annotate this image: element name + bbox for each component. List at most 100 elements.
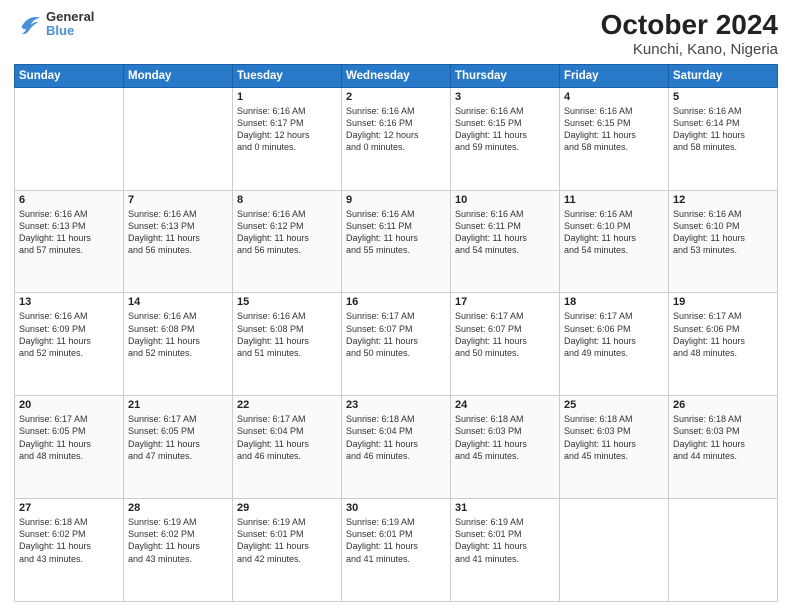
logo-line1: General [46, 10, 94, 24]
page: General Blue October 2024 Kunchi, Kano, … [0, 0, 792, 612]
table-cell: 28 Sunrise: 6:19 AM Sunset: 6:02 PM Dayli… [124, 499, 233, 602]
day-number: 27 [19, 502, 119, 514]
table-cell: 11 Sunrise: 6:16 AM Sunset: 6:10 PM Dayli… [560, 190, 669, 293]
day-number: 20 [19, 399, 119, 411]
day-number: 17 [455, 296, 555, 308]
day-number: 30 [346, 502, 446, 514]
table-cell: 14 Sunrise: 6:16 AM Sunset: 6:08 PM Dayli… [124, 293, 233, 396]
day-content: Sunrise: 6:16 AM Sunset: 6:10 PM Dayligh… [564, 208, 664, 257]
header: General Blue October 2024 Kunchi, Kano, … [14, 10, 778, 58]
table-cell: 6 Sunrise: 6:16 AM Sunset: 6:13 PM Daylig… [15, 190, 124, 293]
table-cell: 12 Sunrise: 6:16 AM Sunset: 6:10 PM Dayli… [669, 190, 778, 293]
table-cell: 26Sunrise: 6:18 AM Sunset: 6:03 PM Dayli… [669, 396, 778, 499]
day-content: Sunrise: 6:16 AM Sunset: 6:08 PM Dayligh… [237, 310, 337, 359]
table-cell: 8Sunrise: 6:16 AM Sunset: 6:12 PM Daylig… [233, 190, 342, 293]
col-thursday: Thursday [451, 64, 560, 87]
calendar-title: October 2024 [601, 10, 778, 41]
day-content: Sunrise: 6:16 AM Sunset: 6:11 PM Dayligh… [346, 208, 446, 257]
day-content: Sunrise: 6:18 AM Sunset: 6:02 PM Dayligh… [19, 516, 119, 565]
week-row-1: 1 Sunrise: 6:16 AM Sunset: 6:17 PM Daylig… [15, 87, 778, 190]
day-number: 24 [455, 399, 555, 411]
day-number: 26 [673, 399, 773, 411]
col-friday: Friday [560, 64, 669, 87]
table-cell: 7 Sunrise: 6:16 AM Sunset: 6:13 PM Daylig… [124, 190, 233, 293]
table-cell: 5Sunrise: 6:16 AM Sunset: 6:14 PM Daylig… [669, 87, 778, 190]
day-content: Sunrise: 6:17 AM Sunset: 6:06 PM Dayligh… [673, 310, 773, 359]
day-content: Sunrise: 6:16 AM Sunset: 6:12 PM Dayligh… [237, 208, 337, 257]
day-number: 3 [455, 91, 555, 103]
table-cell: 30 Sunrise: 6:19 AM Sunset: 6:01 PM Dayli… [342, 499, 451, 602]
title-block: October 2024 Kunchi, Kano, Nigeria [601, 10, 778, 58]
day-number: 7 [128, 194, 228, 206]
week-row-5: 27 Sunrise: 6:18 AM Sunset: 6:02 PM Dayli… [15, 499, 778, 602]
day-number: 6 [19, 194, 119, 206]
day-content: Sunrise: 6:16 AM Sunset: 6:13 PM Dayligh… [128, 208, 228, 257]
day-number: 2 [346, 91, 446, 103]
col-saturday: Saturday [669, 64, 778, 87]
table-cell [124, 87, 233, 190]
day-content: Sunrise: 6:17 AM Sunset: 6:07 PM Dayligh… [346, 310, 446, 359]
day-content: Sunrise: 6:18 AM Sunset: 6:03 PM Dayligh… [564, 413, 664, 462]
table-cell: 27 Sunrise: 6:18 AM Sunset: 6:02 PM Dayli… [15, 499, 124, 602]
week-row-3: 13Sunrise: 6:16 AM Sunset: 6:09 PM Dayli… [15, 293, 778, 396]
day-number: 9 [346, 194, 446, 206]
table-cell: 25 Sunrise: 6:18 AM Sunset: 6:03 PM Dayli… [560, 396, 669, 499]
day-content: Sunrise: 6:16 AM Sunset: 6:10 PM Dayligh… [673, 208, 773, 257]
day-content: Sunrise: 6:16 AM Sunset: 6:08 PM Dayligh… [128, 310, 228, 359]
day-number: 18 [564, 296, 664, 308]
calendar-subtitle: Kunchi, Kano, Nigeria [601, 41, 778, 58]
table-cell: 31 Sunrise: 6:19 AM Sunset: 6:01 PM Dayli… [451, 499, 560, 602]
calendar-header-row: Sunday Monday Tuesday Wednesday Thursday… [15, 64, 778, 87]
day-content: Sunrise: 6:17 AM Sunset: 6:07 PM Dayligh… [455, 310, 555, 359]
day-content: Sunrise: 6:19 AM Sunset: 6:02 PM Dayligh… [128, 516, 228, 565]
day-number: 31 [455, 502, 555, 514]
day-content: Sunrise: 6:16 AM Sunset: 6:11 PM Dayligh… [455, 208, 555, 257]
day-content: Sunrise: 6:16 AM Sunset: 6:15 PM Dayligh… [564, 105, 664, 154]
day-content: Sunrise: 6:17 AM Sunset: 6:06 PM Dayligh… [564, 310, 664, 359]
table-cell [560, 499, 669, 602]
table-cell: 19 Sunrise: 6:17 AM Sunset: 6:06 PM Dayli… [669, 293, 778, 396]
col-monday: Monday [124, 64, 233, 87]
day-number: 25 [564, 399, 664, 411]
table-cell: 21Sunrise: 6:17 AM Sunset: 6:05 PM Dayli… [124, 396, 233, 499]
col-wednesday: Wednesday [342, 64, 451, 87]
table-cell: 23Sunrise: 6:18 AM Sunset: 6:04 PM Dayli… [342, 396, 451, 499]
table-cell: 22 Sunrise: 6:17 AM Sunset: 6:04 PM Dayli… [233, 396, 342, 499]
calendar-table: Sunday Monday Tuesday Wednesday Thursday… [14, 64, 778, 602]
day-number: 22 [237, 399, 337, 411]
day-number: 15 [237, 296, 337, 308]
table-cell: 10Sunrise: 6:16 AM Sunset: 6:11 PM Dayli… [451, 190, 560, 293]
day-content: Sunrise: 6:16 AM Sunset: 6:13 PM Dayligh… [19, 208, 119, 257]
day-number: 28 [128, 502, 228, 514]
table-cell: 2Sunrise: 6:16 AM Sunset: 6:16 PM Daylig… [342, 87, 451, 190]
table-cell: 9 Sunrise: 6:16 AM Sunset: 6:11 PM Daylig… [342, 190, 451, 293]
col-tuesday: Tuesday [233, 64, 342, 87]
day-number: 12 [673, 194, 773, 206]
day-number: 29 [237, 502, 337, 514]
day-content: Sunrise: 6:18 AM Sunset: 6:03 PM Dayligh… [455, 413, 555, 462]
table-cell: 24 Sunrise: 6:18 AM Sunset: 6:03 PM Dayli… [451, 396, 560, 499]
day-content: Sunrise: 6:17 AM Sunset: 6:04 PM Dayligh… [237, 413, 337, 462]
day-content: Sunrise: 6:18 AM Sunset: 6:04 PM Dayligh… [346, 413, 446, 462]
day-content: Sunrise: 6:16 AM Sunset: 6:17 PM Dayligh… [237, 105, 337, 154]
day-content: Sunrise: 6:16 AM Sunset: 6:09 PM Dayligh… [19, 310, 119, 359]
day-number: 16 [346, 296, 446, 308]
day-number: 11 [564, 194, 664, 206]
logo: General Blue [14, 10, 94, 39]
table-cell [669, 499, 778, 602]
table-cell: 29Sunrise: 6:19 AM Sunset: 6:01 PM Dayli… [233, 499, 342, 602]
day-number: 14 [128, 296, 228, 308]
week-row-4: 20 Sunrise: 6:17 AM Sunset: 6:05 PM Dayli… [15, 396, 778, 499]
day-content: Sunrise: 6:17 AM Sunset: 6:05 PM Dayligh… [19, 413, 119, 462]
day-number: 19 [673, 296, 773, 308]
day-content: Sunrise: 6:16 AM Sunset: 6:15 PM Dayligh… [455, 105, 555, 154]
day-content: Sunrise: 6:19 AM Sunset: 6:01 PM Dayligh… [346, 516, 446, 565]
table-cell: 20 Sunrise: 6:17 AM Sunset: 6:05 PM Dayli… [15, 396, 124, 499]
day-content: Sunrise: 6:16 AM Sunset: 6:14 PM Dayligh… [673, 105, 773, 154]
logo-line2: Blue [46, 24, 94, 38]
day-number: 1 [237, 91, 337, 103]
logo-text: General Blue [46, 10, 94, 39]
day-content: Sunrise: 6:19 AM Sunset: 6:01 PM Dayligh… [455, 516, 555, 565]
table-cell: 3 Sunrise: 6:16 AM Sunset: 6:15 PM Daylig… [451, 87, 560, 190]
table-cell: 18 Sunrise: 6:17 AM Sunset: 6:06 PM Dayli… [560, 293, 669, 396]
